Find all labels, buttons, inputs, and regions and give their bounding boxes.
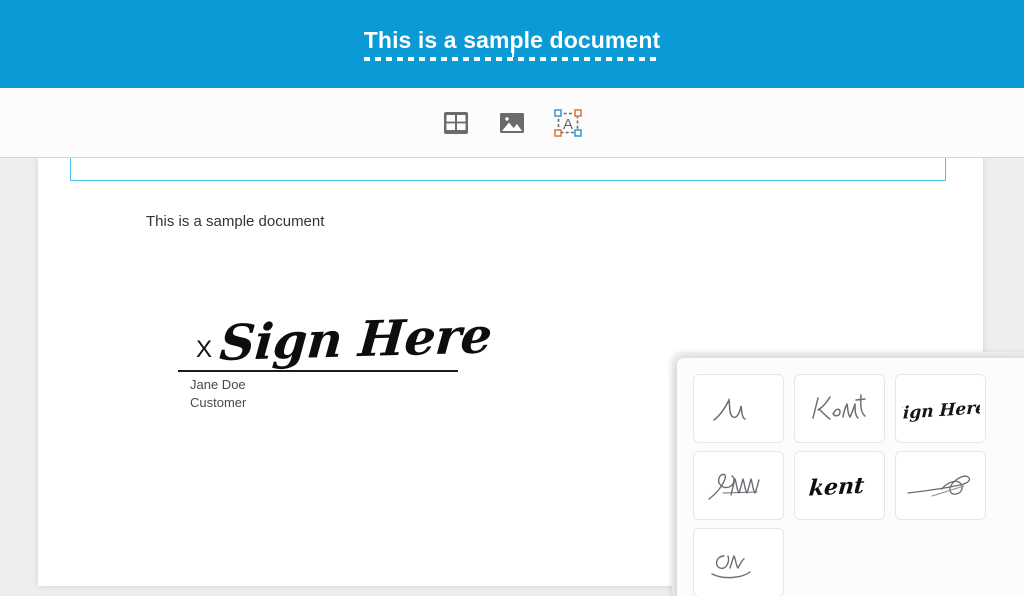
signature-thumb-icon	[701, 463, 777, 509]
signature-option-1[interactable]	[693, 374, 784, 443]
document-title-field[interactable]: This is a sample document	[363, 27, 661, 61]
insert-toolbar: A	[0, 88, 1024, 158]
document-header-bar: This is a sample document	[0, 0, 1024, 88]
insert-table-button[interactable]	[439, 106, 473, 140]
table-icon	[443, 110, 469, 136]
signature-option-3[interactable]: Sign Here	[895, 374, 986, 443]
signature-thumb-icon	[803, 386, 877, 432]
placed-signature-block[interactable]: X Sign Here Jane Doe Customer	[148, 298, 494, 410]
signature-row: X Sign Here	[148, 298, 494, 372]
signature-x-marker: X	[196, 336, 213, 363]
insert-textbox-button[interactable]: A	[551, 106, 585, 140]
svg-text:Sign Here: Sign Here	[902, 397, 980, 424]
signature-line	[178, 370, 458, 372]
svg-text:kent: kent	[807, 472, 865, 501]
placed-signature-image[interactable]: Sign Here	[218, 306, 494, 372]
signature-option-2[interactable]	[794, 374, 885, 443]
signature-option-7[interactable]	[693, 528, 784, 596]
textbox-icon: A	[554, 108, 582, 137]
signature-option-6[interactable]	[895, 451, 986, 520]
signature-thumb-icon: kent	[803, 465, 877, 507]
signer-name-label: Jane Doe	[190, 377, 246, 392]
signer-role-label: Customer	[190, 395, 247, 410]
signature-thumb-icon	[702, 540, 776, 586]
image-icon	[499, 110, 525, 136]
signature-option-4[interactable]	[693, 451, 784, 520]
svg-text:A: A	[563, 116, 573, 133]
insert-image-button[interactable]	[495, 106, 529, 140]
signature-picker-panel: Sign Here kent	[677, 358, 1024, 596]
text-caret	[512, 47, 514, 57]
signature-thumb-icon	[902, 465, 980, 507]
signature-editor-app: This is a sample document A This is a sa…	[0, 0, 1024, 596]
title-dashed-underline	[363, 57, 661, 61]
document-body-text: This is a sample document	[146, 213, 325, 230]
signature-grid: Sign Here kent	[677, 358, 1024, 596]
signature-thumb-icon	[702, 386, 776, 432]
signature-option-5[interactable]: kent	[794, 451, 885, 520]
text-field-editable[interactable]	[70, 158, 946, 181]
signature-thumb-icon: Sign Here	[902, 389, 980, 429]
